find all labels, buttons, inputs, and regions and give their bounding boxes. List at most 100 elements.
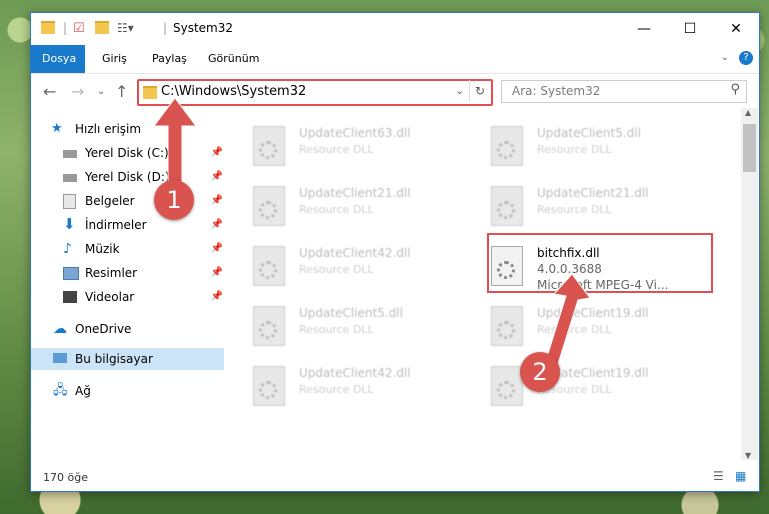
sidebar-label: OneDrive [75, 322, 132, 336]
tab-view[interactable]: Görünüm [197, 45, 270, 73]
maximize-button[interactable]: ☐ [667, 13, 713, 45]
file-name: UpdateClient5.dll [299, 306, 403, 320]
file-name: UpdateClient21.dll [537, 186, 649, 200]
drive-icon [63, 174, 77, 182]
file-name: UpdateClient5.dll [537, 126, 641, 140]
forward-icon[interactable]: → [71, 82, 84, 101]
details-view-icon[interactable]: ☰ [713, 469, 724, 483]
file-item[interactable]: UpdateClient63.dll Resource DLL [227, 122, 447, 170]
pin-icon[interactable]: 📌 [211, 142, 223, 164]
sidebar-label: İndirmeler [85, 218, 147, 232]
file-item[interactable]: UpdateClient42.dll Resource DLL [227, 242, 447, 290]
network-icon: 🖧 [53, 383, 68, 398]
star-icon: ★ [51, 121, 63, 136]
title-bar: | ☑ ☷▾ | System32 — ☐ ✕ [31, 13, 759, 45]
tab-file[interactable]: Dosya [31, 45, 85, 73]
ribbon-tabs: Dosya Giriş Paylaş Görünüm ⌄ ? [31, 45, 759, 74]
navigation-bar: ← → ⌄ ↑ C:\Windows\System32 ⌄ ↻ Ara: Sys… [31, 74, 759, 108]
file-description: Resource DLL [299, 383, 374, 396]
properties-icon[interactable]: ☑ [73, 21, 85, 37]
sidebar-label: Resimler [85, 266, 138, 280]
video-icon [63, 291, 77, 303]
pin-icon[interactable]: 📌 [211, 190, 223, 212]
tab-home[interactable]: Giriş [91, 45, 138, 73]
file-description: Resource DLL [537, 203, 612, 216]
scrollbar-thumb[interactable] [743, 124, 756, 172]
pin-icon[interactable]: 📌 [211, 166, 223, 188]
step-badge-1: 1 [154, 180, 194, 220]
new-folder-icon[interactable] [95, 21, 109, 34]
file-name: UpdateClient42.dll [299, 366, 411, 380]
step-badge-2: 2 [520, 352, 560, 392]
tab-share[interactable]: Paylaş [141, 45, 198, 73]
scroll-down-icon[interactable]: ▼ [745, 451, 751, 460]
sidebar-label: Videolar [85, 290, 135, 304]
pin-icon[interactable]: 📌 [211, 238, 223, 260]
dll-file-icon [491, 126, 523, 166]
sidebar-label: Bu bilgisayar [75, 352, 153, 366]
drive-icon [63, 150, 77, 158]
file-name: UpdateClient42.dll [299, 246, 411, 260]
sidebar-label: Hızlı erişim [75, 122, 142, 136]
dll-file-icon [491, 186, 523, 226]
status-bar: 170 öğe ☰ ▦ [31, 465, 759, 491]
pin-icon[interactable]: 📌 [211, 262, 223, 284]
minimize-button[interactable]: — [621, 13, 667, 45]
dll-file-icon [253, 126, 285, 166]
dll-file-icon [253, 366, 285, 406]
expand-ribbon-icon[interactable]: ⌄ [721, 52, 729, 63]
address-dropdown-icon[interactable]: ⌄ [455, 84, 464, 97]
document-icon [63, 194, 76, 209]
vertical-scrollbar[interactable]: ▲ ▼ [741, 108, 758, 460]
dll-file-icon [253, 306, 285, 346]
dll-file-icon [491, 306, 523, 346]
customize-toolbar-icon[interactable]: ☷▾ [117, 21, 134, 37]
file-item[interactable]: UpdateClient5.dll Resource DLL [227, 302, 447, 350]
pin-icon[interactable]: 📌 [211, 214, 223, 236]
file-description: Resource DLL [537, 143, 612, 156]
sidebar-item-downloads[interactable]: ⬇ İndirmeler 📌 [63, 214, 223, 236]
file-name: UpdateClient63.dll [299, 126, 411, 140]
sidebar-item-this-pc[interactable]: Bu bilgisayar [53, 348, 153, 370]
pin-icon[interactable]: 📌 [211, 286, 223, 308]
dll-file-icon [253, 186, 285, 226]
item-count: 170 öğe [43, 471, 88, 484]
refresh-icon[interactable]: ↻ [469, 80, 490, 102]
large-icons-view-icon[interactable]: ▦ [735, 469, 746, 483]
file-explorer-window: | ☑ ☷▾ | System32 — ☐ ✕ Dosya Giriş Payl… [30, 12, 760, 492]
sidebar-item-network[interactable]: 🖧 Ağ [53, 380, 91, 402]
search-icon[interactable]: ⚲ [730, 82, 740, 97]
sidebar-item-pictures[interactable]: Resimler 📌 [63, 262, 223, 284]
computer-icon [53, 353, 67, 363]
folder-icon [41, 21, 55, 34]
sidebar-item-videos[interactable]: Videolar 📌 [63, 286, 223, 308]
pictures-icon [63, 267, 79, 280]
sidebar-item-quick-access[interactable]: ★ Hızlı erişim [51, 118, 141, 140]
file-description: Resource DLL [299, 203, 374, 216]
sidebar-label: Müzik [85, 242, 120, 256]
file-description: Resource DLL [299, 323, 374, 336]
sidebar-item-music[interactable]: ♪ Müzik 📌 [63, 238, 223, 260]
file-item[interactable]: UpdateClient21.dll Resource DLL [227, 182, 447, 230]
up-icon[interactable]: ↑ [115, 82, 128, 101]
file-item[interactable]: UpdateClient21.dll Resource DLL [465, 182, 685, 230]
dll-file-icon [491, 366, 523, 406]
file-description: Resource DLL [299, 263, 374, 276]
search-box[interactable]: Ara: System32 ⚲ [501, 80, 747, 103]
back-icon[interactable]: ← [43, 82, 56, 101]
dll-file-icon [253, 246, 285, 286]
scroll-up-icon[interactable]: ▲ [745, 108, 751, 117]
sidebar-item-onedrive[interactable]: ☁ OneDrive [53, 318, 131, 340]
file-item[interactable]: UpdateClient5.dll Resource DLL [465, 122, 685, 170]
close-button[interactable]: ✕ [713, 13, 759, 45]
window-title: System32 [173, 21, 234, 35]
recent-locations-icon[interactable]: ⌄ [97, 86, 105, 97]
file-name: UpdateClient21.dll [299, 186, 411, 200]
cloud-icon: ☁ [53, 321, 67, 337]
help-icon[interactable]: ? [739, 51, 753, 65]
music-icon: ♪ [63, 241, 72, 257]
file-description: Resource DLL [299, 143, 374, 156]
sidebar-label: Belgeler [85, 194, 135, 208]
file-item[interactable]: UpdateClient42.dll Resource DLL [227, 362, 447, 410]
separator: | [63, 21, 68, 35]
